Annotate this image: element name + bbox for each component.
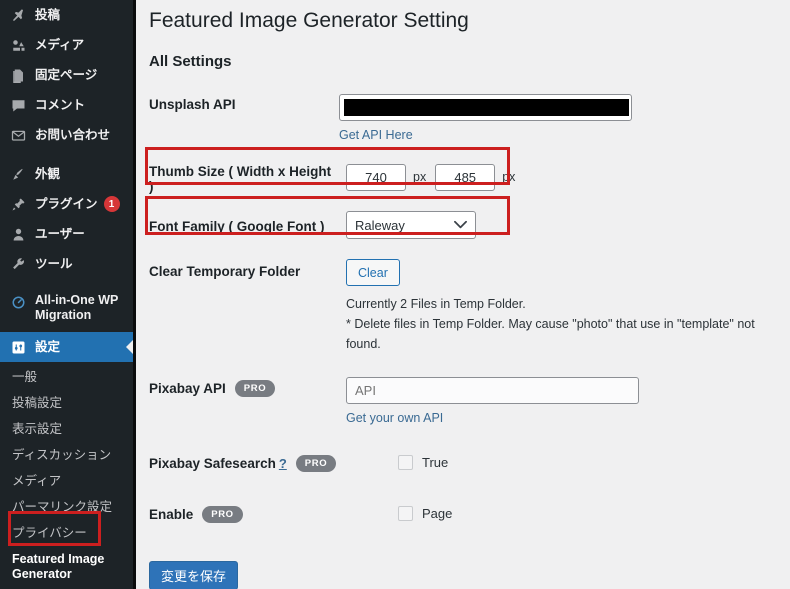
enable-page-checkbox-label: Page [422,505,453,521]
redaction-bar [344,99,629,116]
submenu-item-permalinks[interactable]: パーマリンク設定 [0,494,133,520]
sidebar-item-label: 固定ページ [35,67,98,82]
sidebar-item-users[interactable]: ユーザー [0,219,133,249]
row-thumb-size: Thumb Size ( Width x Height ) px px [136,161,790,194]
page-title: Featured Image Generator Setting [149,9,469,32]
width-unit-label: px [413,169,427,184]
sidebar-item-label: お問い合わせ [35,127,111,142]
enable-checkbox-row: Page [339,505,790,521]
pro-badge: PRO [234,380,276,397]
submenu-item-writing[interactable]: 投稿設定 [0,390,133,416]
row-unsplash-api: Unsplash API Get API Here [136,94,790,144]
sidebar-item-comments[interactable]: コメント [0,90,133,120]
pin-icon [9,6,28,24]
sidebar-item-label: 投稿 [35,7,61,22]
row-pixabay-safesearch: Pixabay Safesearch ? PRO True [136,452,790,472]
pixabay-safesearch-label: Pixabay Safesearch [149,456,276,471]
unsplash-api-label: Unsplash API [149,97,236,112]
get-your-own-api-link[interactable]: Get your own API [346,411,443,425]
sidebar-item-contact[interactable]: お問い合わせ [0,120,133,150]
settings-submenu: 一般 投稿設定 表示設定 ディスカッション メディア パーマリンク設定 プライバ… [0,362,133,589]
migration-icon [9,293,28,311]
sidebar-item-label: 外観 [35,166,61,181]
enable-label: Enable [149,507,194,522]
appearance-icon [9,165,28,183]
sidebar-item-tools[interactable]: ツール [0,249,133,279]
comment-icon [9,96,28,114]
section-title: All Settings [149,53,232,70]
thumb-width-input[interactable] [346,163,406,191]
font-family-label: Font Family ( Google Font ) [149,219,325,234]
row-clear-temporary-folder: Clear Temporary Folder Clear Currently 2… [136,259,790,354]
temp-folder-status-text: Currently 2 Files in Temp Folder. [346,297,526,311]
sidebar-item-appearance[interactable]: 外観 [0,159,133,189]
sidebar-item-label: 設定 [35,339,61,354]
help-question-link[interactable]: ? [279,456,287,471]
clear-button[interactable]: Clear [346,259,400,286]
sidebar-item-posts[interactable]: 投稿 [0,0,133,30]
sidebar-item-settings[interactable]: 設定 [0,332,133,362]
safesearch-checkbox[interactable] [398,454,413,470]
row-enable: Enable PRO Page [136,503,790,523]
main-content: Featured Image Generator Setting All Set… [136,0,790,589]
pixabay-api-input[interactable] [346,377,639,404]
active-menu-arrow [126,339,133,355]
sidebar-item-plugins[interactable]: プラグイン 1 [0,189,133,219]
submenu-item-privacy[interactable]: プライバシー [0,520,133,546]
user-icon [9,225,28,243]
pages-icon [9,66,28,84]
media-icon [9,36,28,54]
pixabay-api-label-wrap: Pixabay API PRO [149,377,339,397]
submenu-item-discussion[interactable]: ディスカッション [0,442,133,468]
sidebar-separator [0,150,133,159]
plugins-update-badge: 1 [103,196,120,212]
safesearch-checkbox-row: True [339,454,790,470]
height-unit-label: px [502,169,516,184]
sidebar-item-label: プラグイン [35,196,98,211]
row-pixabay-api: Pixabay API PRO Get your own API [136,377,790,427]
settings-icon [9,338,28,356]
enable-page-checkbox[interactable] [398,505,413,521]
sidebar-item-label: ユーザー [35,226,85,241]
wrench-icon [9,255,28,273]
admin-sidebar: 投稿 メディア 固定ページ コメント お問い合わせ 外観 プラグイン 1 ユーザ… [0,0,133,589]
pixabay-api-label: Pixabay API [149,381,226,396]
thumb-height-input[interactable] [435,163,496,191]
safesearch-checkbox-label: True [422,454,449,470]
pixabay-safesearch-label-wrap: Pixabay Safesearch ? PRO [149,452,339,472]
submenu-item-reading[interactable]: 表示設定 [0,416,133,442]
sidebar-item-label: ツール [35,256,73,271]
envelope-icon [9,126,28,144]
temp-folder-note-text: * Delete files in Temp Folder. May cause… [346,317,755,351]
sidebar-item-media[interactable]: メディア [0,30,133,60]
row-font-family: Font Family ( Google Font ) RalewayRobot… [136,209,790,241]
pro-badge: PRO [295,455,337,472]
submenu-item-featured-image-generator[interactable]: Featured Image Generator [0,546,133,588]
unsplash-api-input[interactable] [339,94,632,121]
sidebar-item-pages[interactable]: 固定ページ [0,60,133,90]
sidebar-item-all-in-one-wp-migration[interactable]: All-in-One WP Migration [0,288,133,332]
save-button-row: 変更を保存 [136,561,790,589]
get-api-here-link[interactable]: Get API Here [339,128,413,142]
enable-label-wrap: Enable PRO [149,503,339,523]
font-family-select[interactable]: RalewayRobotoOpen SansLatoMontserratOswa… [346,211,476,239]
sidebar-separator [0,279,133,288]
pro-badge: PRO [202,506,243,523]
clear-temp-folder-label: Clear Temporary Folder [149,264,301,279]
thumb-size-label: Thumb Size ( Width x Height ) [149,163,332,194]
submenu-item-general[interactable]: 一般 [0,364,133,390]
submenu-item-media[interactable]: メディア [0,468,133,494]
plugin-icon [9,195,28,213]
sidebar-item-label: All-in-One WP Migration [35,293,119,322]
sidebar-item-label: コメント [35,97,86,112]
sidebar-item-label: メディア [35,37,85,52]
save-changes-button[interactable]: 変更を保存 [149,561,239,589]
